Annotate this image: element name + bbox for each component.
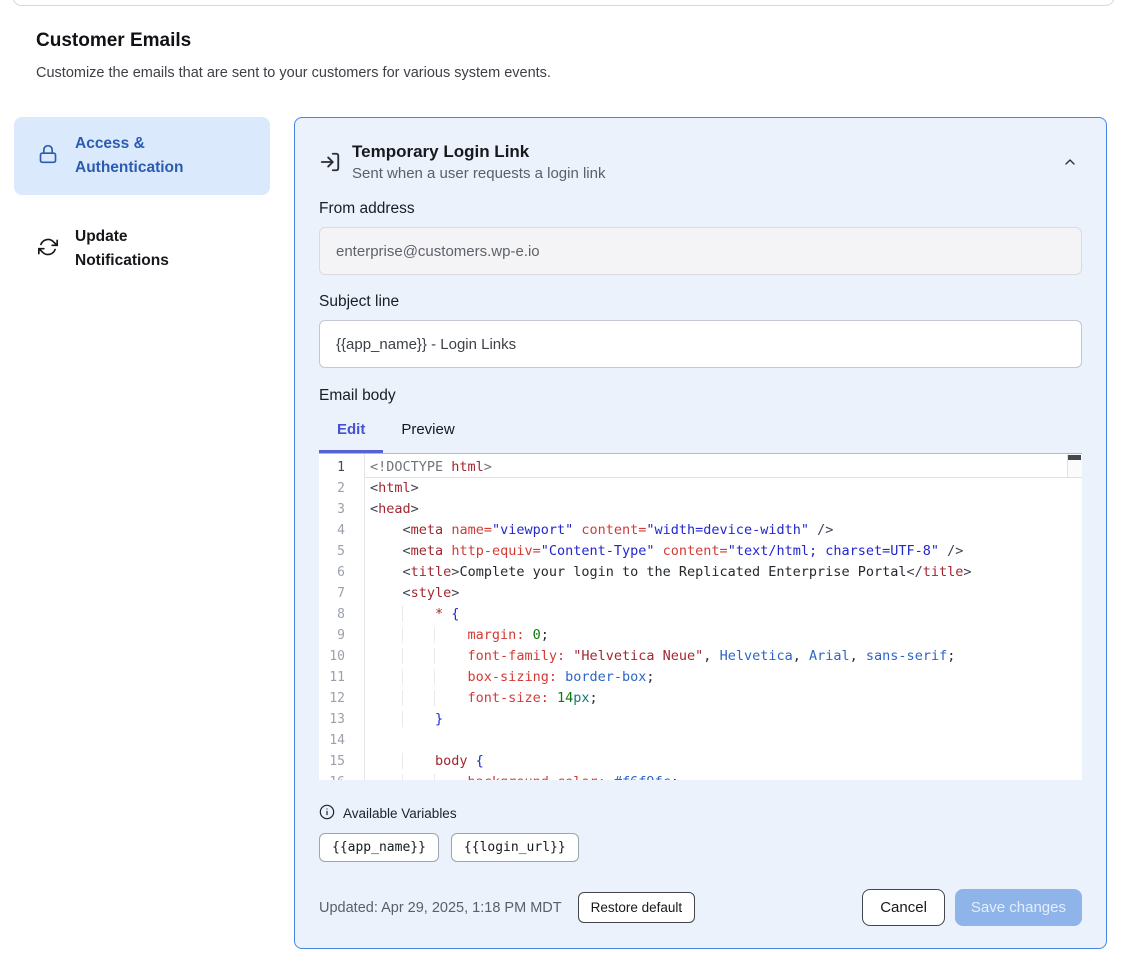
subject-line-input[interactable]: [319, 320, 1082, 368]
scrollbar-thumb[interactable]: [1068, 455, 1081, 460]
variable-chip[interactable]: {{app_name}}: [319, 833, 439, 862]
available-variables-row: Available Variables: [319, 804, 1082, 823]
sidebar-item-update-notifications[interactable]: Update Notifications: [14, 212, 270, 286]
line-number: 10: [319, 646, 364, 667]
sidebar: Access & Authentication Update Notificati…: [14, 117, 270, 286]
editor-code: <!DOCTYPE html><html><head> <meta name="…: [365, 454, 1082, 780]
sidebar-item-label: Update Notifications: [75, 225, 225, 273]
code-line: <head>: [365, 499, 1082, 520]
code-line: [365, 730, 1082, 751]
code-line: margin: 0;: [365, 625, 1082, 646]
line-number: 14: [319, 730, 364, 751]
cancel-button[interactable]: Cancel: [862, 889, 945, 926]
code-line: }: [365, 709, 1082, 730]
line-number: 8: [319, 604, 364, 625]
line-number: 6: [319, 562, 364, 583]
subject-line-field-group: Subject line: [319, 293, 1082, 368]
code-line: * {: [365, 604, 1082, 625]
code-line: body {: [365, 751, 1082, 772]
from-address-input[interactable]: [319, 227, 1082, 275]
card-subtitle: Sent when a user requests a login link: [352, 165, 605, 182]
line-number: 5: [319, 541, 364, 562]
lock-icon: [38, 144, 58, 169]
line-number: 13: [319, 709, 364, 730]
code-line: <style>: [365, 583, 1082, 604]
code-line: <meta http-equiv="Content-Type" content=…: [365, 541, 1082, 562]
collapse-button[interactable]: [1058, 150, 1082, 177]
code-line: background-color: #f6f9fc;: [365, 772, 1082, 780]
subject-line-label: Subject line: [319, 293, 1082, 311]
email-body-label: Email body: [319, 387, 1082, 405]
code-line: <title>Complete your login to the Replic…: [365, 562, 1082, 583]
line-number: 12: [319, 688, 364, 709]
line-number: 4: [319, 520, 364, 541]
info-icon: [319, 804, 335, 823]
available-variables-label: Available Variables: [343, 806, 457, 821]
variable-chip[interactable]: {{login_url}}: [451, 833, 579, 862]
page-header: Customer Emails Customize the emails tha…: [0, 0, 1128, 81]
save-changes-button[interactable]: Save changes: [955, 889, 1082, 926]
code-line: <!DOCTYPE html>: [365, 457, 1082, 478]
sidebar-item-label: Access & Authentication: [75, 132, 225, 180]
page-title: Customer Emails: [36, 30, 1092, 52]
card-header: Temporary Login Link Sent when a user re…: [319, 142, 1082, 182]
from-address-field-group: From address: [319, 200, 1082, 275]
restore-default-button[interactable]: Restore default: [578, 892, 696, 923]
line-number: 9: [319, 625, 364, 646]
page-description: Customize the emails that are sent to yo…: [36, 65, 1092, 81]
line-number: 16: [319, 772, 364, 780]
line-number: 15: [319, 751, 364, 772]
from-address-label: From address: [319, 200, 1082, 218]
code-line: box-sizing: border-box;: [365, 667, 1082, 688]
email-settings-card: Temporary Login Link Sent when a user re…: [294, 117, 1107, 949]
code-line: font-size: 14px;: [365, 688, 1082, 709]
chevron-up-icon: [1062, 158, 1078, 173]
editor-gutter: 12345678910111213141516: [319, 454, 365, 780]
log-in-icon: [319, 151, 341, 182]
card-header-text: Temporary Login Link Sent when a user re…: [352, 142, 605, 182]
tab-edit[interactable]: Edit: [319, 407, 383, 453]
line-number: 1: [319, 457, 364, 478]
line-number: 2: [319, 478, 364, 499]
tab-preview[interactable]: Preview: [383, 407, 472, 453]
code-line: <html>: [365, 478, 1082, 499]
line-number: 11: [319, 667, 364, 688]
line-number: 7: [319, 583, 364, 604]
line-number: 3: [319, 499, 364, 520]
editor-scrollbar-track[interactable]: [1067, 454, 1082, 478]
code-editor[interactable]: 12345678910111213141516 <!DOCTYPE html><…: [319, 453, 1082, 780]
card-title: Temporary Login Link: [352, 142, 605, 162]
variable-chips: {{app_name}} {{login_url}}: [319, 833, 1082, 862]
refresh-icon: [38, 237, 58, 262]
sidebar-item-access-authentication[interactable]: Access & Authentication: [14, 117, 270, 195]
email-body-tabs: EditPreview: [319, 407, 1082, 453]
card-footer: Updated: Apr 29, 2025, 1:18 PM MDT Resto…: [319, 889, 1082, 926]
previous-card-edge: [12, 0, 1115, 6]
updated-timestamp: Updated: Apr 29, 2025, 1:18 PM MDT: [319, 900, 562, 916]
code-line: <meta name="viewport" content="width=dev…: [365, 520, 1082, 541]
code-line: font-family: "Helvetica Neue", Helvetica…: [365, 646, 1082, 667]
